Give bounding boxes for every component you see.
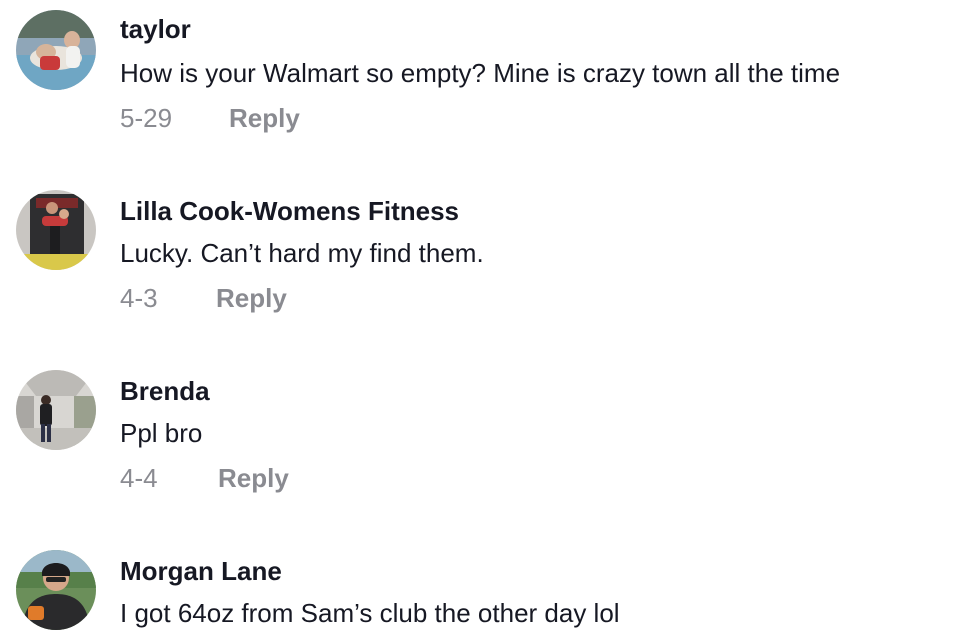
reply-button[interactable]: Reply <box>218 463 289 494</box>
comment-date: 5-29 <box>120 103 173 133</box>
avatar[interactable] <box>16 550 96 630</box>
comment-text: I got 64oz from Sam’s club the other day… <box>120 598 620 628</box>
avatar[interactable] <box>16 10 96 90</box>
comment-username[interactable]: Brenda <box>120 376 210 407</box>
comment-text: Lucky. Can’t hard my find them. <box>120 238 484 268</box>
comment-date: 4-3 <box>120 283 158 313</box>
comment-username[interactable]: Morgan Lane <box>120 556 282 587</box>
avatar-photo-icon <box>16 370 96 450</box>
comment-date: 4-4 <box>120 463 158 493</box>
avatar[interactable] <box>16 190 96 270</box>
avatar[interactable] <box>16 370 96 450</box>
avatar-photo-icon <box>16 550 96 630</box>
avatar-photo-icon <box>16 190 96 270</box>
reply-button[interactable]: Reply <box>229 103 300 134</box>
avatar-photo-icon <box>16 10 96 90</box>
comment-text: How is your Walmart so empty? Mine is cr… <box>120 58 841 88</box>
reply-button[interactable]: Reply <box>216 283 287 314</box>
comment-username[interactable]: taylor <box>120 14 191 45</box>
comment-text: Ppl bro <box>120 418 203 448</box>
comment-username[interactable]: Lilla Cook-Womens Fitness <box>120 196 459 227</box>
